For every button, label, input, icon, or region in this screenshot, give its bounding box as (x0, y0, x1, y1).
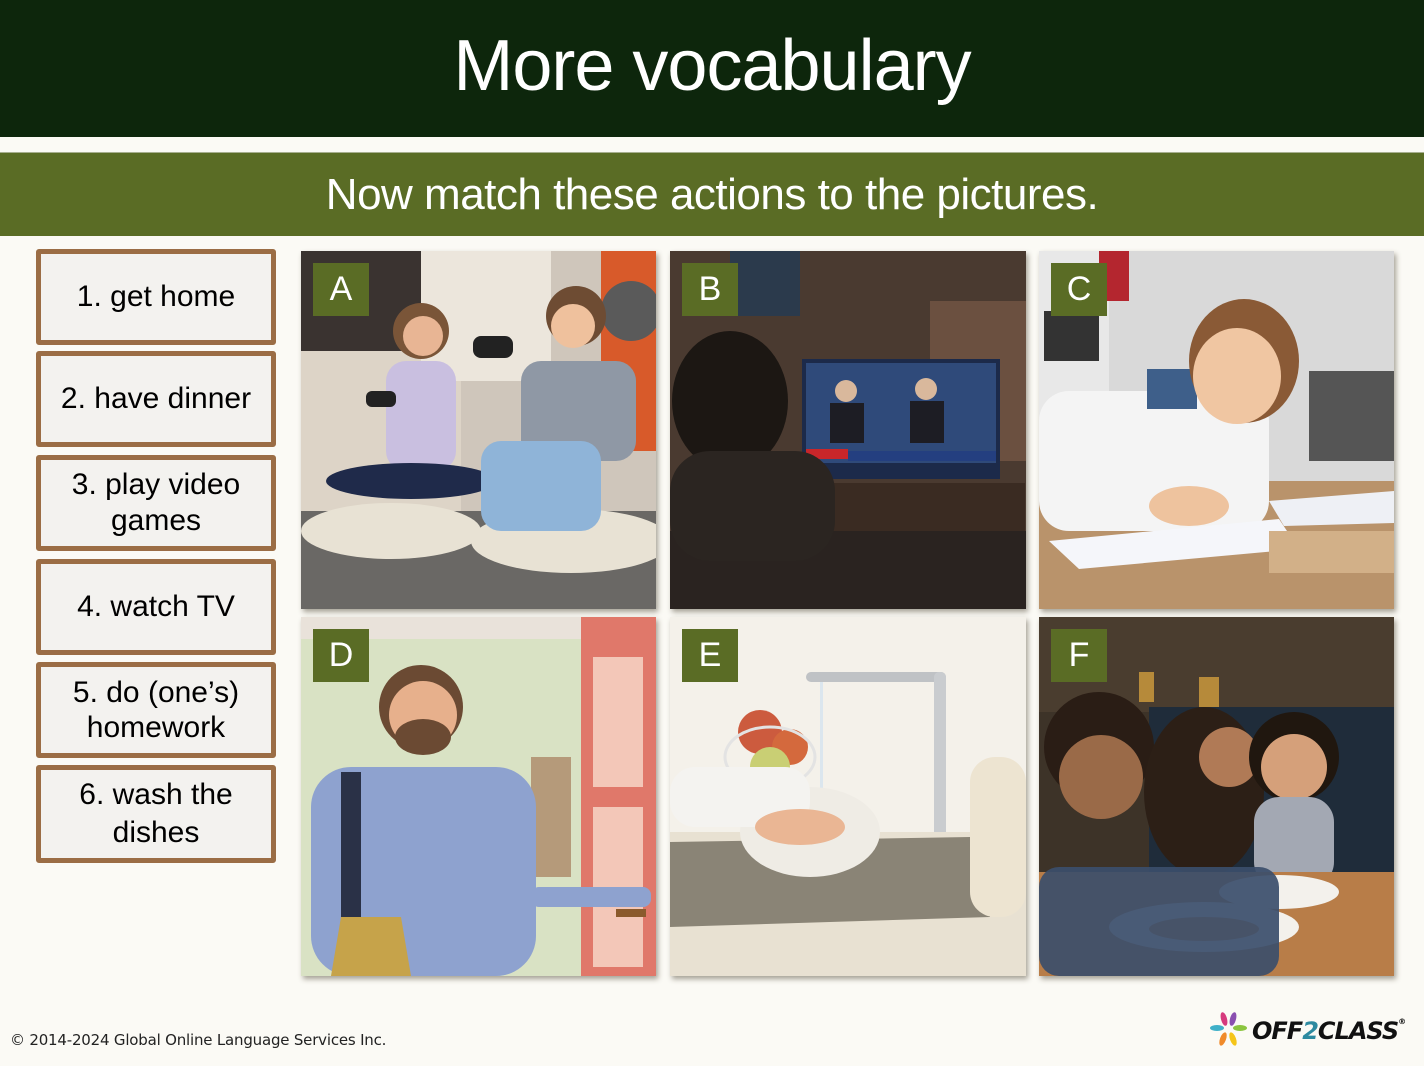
picture-c[interactable]: C (1039, 251, 1394, 609)
logo-text-two: 2 (1302, 1017, 1319, 1045)
picture-f[interactable]: F (1039, 617, 1394, 976)
logo-wordmark: OFF2CLASS® (1252, 1017, 1406, 1045)
title-bar: More vocabulary (0, 0, 1424, 137)
picture-letter-badge: B (682, 263, 738, 316)
instruction-bar: Now match these actions to the pictures. (0, 152, 1424, 236)
action-box-1[interactable]: 1. get home (36, 249, 276, 345)
action-box-5[interactable]: 5. do (one’s) homework (36, 662, 276, 758)
picture-e[interactable]: E (670, 617, 1026, 976)
action-label: 2. have dinner (60, 382, 252, 415)
action-label: 3. play video games (71, 468, 241, 537)
action-box-3[interactable]: 3. play video games (36, 455, 276, 551)
action-box-6[interactable]: 6. wash the dishes (36, 765, 276, 863)
flower-logo-icon (1210, 1012, 1247, 1046)
picture-letter-badge: D (313, 629, 369, 682)
picture-d[interactable]: D (301, 617, 656, 976)
instruction-text: Now match these actions to the pictures. (325, 169, 1099, 219)
logo-text-off: OFF (1252, 1017, 1303, 1045)
logo-text-class: CLASS (1317, 1017, 1399, 1045)
copyright-text: © 2014-2024 Global Online Language Servi… (10, 1031, 387, 1049)
registered-mark: ® (1398, 1017, 1406, 1026)
action-label: 1. get home (76, 280, 236, 313)
picture-letter-badge: C (1051, 263, 1107, 316)
off2class-logo[interactable]: OFF2CLASS® (1210, 1011, 1406, 1051)
picture-letter-badge: F (1051, 629, 1107, 682)
action-label: 5. do (one’s) homework (72, 676, 240, 744)
action-box-2[interactable]: 2. have dinner (36, 351, 276, 447)
picture-letter-badge: E (682, 629, 738, 682)
action-label: 4. watch TV (77, 590, 235, 623)
picture-letter-badge: A (313, 263, 369, 316)
picture-b[interactable]: B (670, 251, 1026, 609)
page-title: More vocabulary (453, 25, 971, 106)
action-label: 6. wash the dishes (79, 778, 233, 849)
action-box-4[interactable]: 4. watch TV (36, 559, 276, 655)
picture-a[interactable]: A (301, 251, 656, 609)
